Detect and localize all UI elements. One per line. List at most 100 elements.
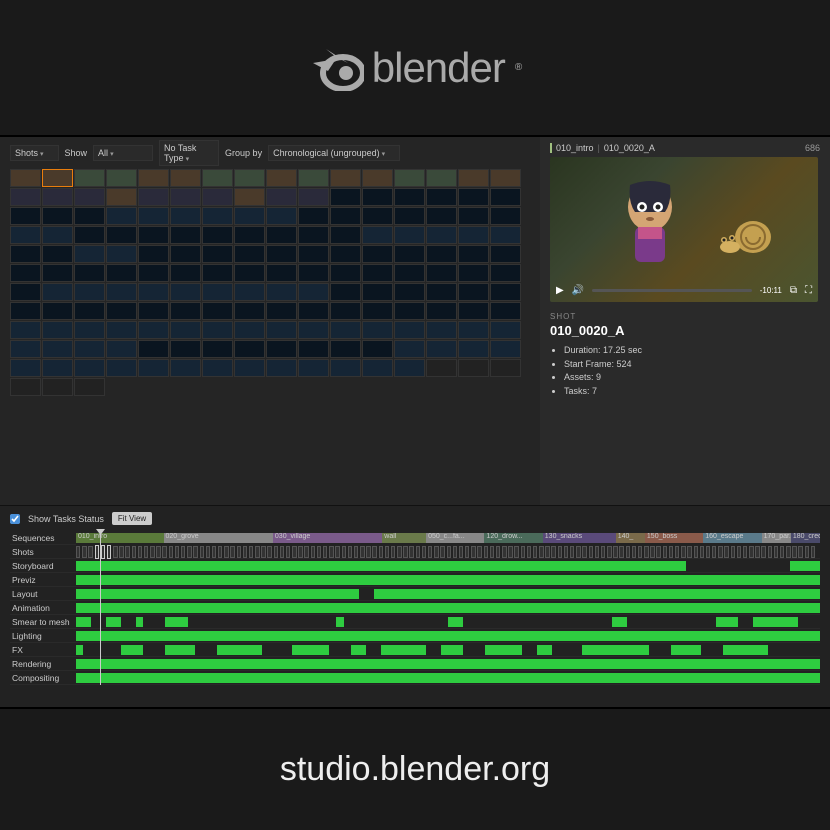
shot-thumbnail[interactable] xyxy=(298,226,329,244)
shot-thumbnail[interactable] xyxy=(426,321,457,339)
shot-thumbnail[interactable] xyxy=(234,226,265,244)
shot-thumbnail[interactable] xyxy=(298,302,329,320)
shot-thumbnail[interactable] xyxy=(74,226,105,244)
shot-thumbnail[interactable] xyxy=(330,340,361,358)
task-track[interactable] xyxy=(76,671,820,685)
shot-thumbnail[interactable] xyxy=(74,378,105,396)
shot-thumbnail[interactable] xyxy=(426,245,457,263)
shot-thumbnail[interactable] xyxy=(74,302,105,320)
shot-thumbnail[interactable] xyxy=(490,321,521,339)
shot-thumbnail[interactable] xyxy=(42,321,73,339)
shot-thumbnail[interactable] xyxy=(330,207,361,225)
shot-thumbnail[interactable] xyxy=(202,359,233,377)
shot-thumbnail[interactable] xyxy=(458,188,489,206)
shot-thumbnail[interactable] xyxy=(202,264,233,282)
shot-thumbnail[interactable] xyxy=(138,321,169,339)
shot-thumbnail[interactable] xyxy=(426,359,457,377)
shot-thumbnail[interactable] xyxy=(202,321,233,339)
shot-thumbnail[interactable] xyxy=(394,264,425,282)
sequence-segment[interactable]: 010_intro xyxy=(76,533,164,543)
shot-thumbnail[interactable] xyxy=(298,245,329,263)
shot-thumbnail[interactable] xyxy=(298,207,329,225)
shot-thumbnail[interactable] xyxy=(202,207,233,225)
task-type-dropdown[interactable]: No Task Type▾ xyxy=(159,140,219,166)
shot-thumbnail[interactable] xyxy=(266,207,297,225)
shot-thumbnail[interactable] xyxy=(426,302,457,320)
shot-thumbnail[interactable] xyxy=(106,226,137,244)
shot-thumbnail[interactable] xyxy=(394,283,425,301)
shot-thumbnail[interactable] xyxy=(490,302,521,320)
shot-thumbnail[interactable] xyxy=(362,245,393,263)
shot-thumbnail[interactable] xyxy=(138,283,169,301)
shot-thumbnail[interactable] xyxy=(234,302,265,320)
shot-thumbnail[interactable] xyxy=(490,245,521,263)
shot-thumbnail[interactable] xyxy=(138,264,169,282)
shot-thumbnail[interactable] xyxy=(234,169,265,187)
video-player[interactable]: ▶ 🔊 -10:11 ⧉ ⛶ xyxy=(550,157,818,302)
sequence-segment[interactable]: 020_grove xyxy=(164,533,273,543)
shot-thumbnail[interactable] xyxy=(298,283,329,301)
shot-thumbnail[interactable] xyxy=(362,226,393,244)
shot-thumbnail[interactable] xyxy=(202,226,233,244)
shot-thumbnail[interactable] xyxy=(234,207,265,225)
shot-thumbnail[interactable] xyxy=(10,302,41,320)
breadcrumb-seq[interactable]: 010_intro xyxy=(556,143,594,153)
shot-thumbnail[interactable] xyxy=(170,302,201,320)
shot-thumbnail[interactable] xyxy=(202,169,233,187)
playhead[interactable] xyxy=(100,531,101,685)
shot-thumbnail[interactable] xyxy=(42,340,73,358)
shot-thumbnail[interactable] xyxy=(234,188,265,206)
shot-thumbnail[interactable] xyxy=(330,226,361,244)
sequence-segment[interactable]: 140_ xyxy=(616,533,645,543)
shot-thumbnail[interactable] xyxy=(362,169,393,187)
shot-thumbnail[interactable] xyxy=(266,302,297,320)
task-track[interactable] xyxy=(76,587,820,601)
shot-thumbnail[interactable] xyxy=(490,169,521,187)
show-tasks-checkbox[interactable] xyxy=(10,514,20,524)
shot-thumbnail[interactable] xyxy=(10,169,41,187)
task-track[interactable] xyxy=(76,643,820,657)
shot-thumbnail[interactable] xyxy=(266,169,297,187)
shot-thumbnail[interactable] xyxy=(138,188,169,206)
shot-thumbnail[interactable] xyxy=(362,283,393,301)
shot-thumbnail[interactable] xyxy=(234,340,265,358)
shot-thumbnail[interactable] xyxy=(74,245,105,263)
shot-thumbnail[interactable] xyxy=(202,302,233,320)
shot-thumbnail[interactable] xyxy=(170,340,201,358)
shot-thumbnail[interactable] xyxy=(74,283,105,301)
shot-thumbnail[interactable] xyxy=(138,169,169,187)
shot-thumbnail[interactable] xyxy=(74,169,105,187)
shot-thumbnail[interactable] xyxy=(298,340,329,358)
shot-thumbnail[interactable] xyxy=(394,321,425,339)
shot-thumbnail[interactable] xyxy=(330,302,361,320)
shot-thumbnail[interactable] xyxy=(74,188,105,206)
shot-thumbnail[interactable] xyxy=(106,245,137,263)
task-track[interactable] xyxy=(76,559,820,573)
shot-thumbnail[interactable] xyxy=(74,321,105,339)
shots-dropdown[interactable]: Shots▾ xyxy=(10,145,59,161)
shot-thumbnail[interactable] xyxy=(170,264,201,282)
sequence-segment[interactable]: 180_credits xyxy=(791,533,820,543)
shot-thumbnail[interactable] xyxy=(74,359,105,377)
shot-thumbnail[interactable] xyxy=(362,340,393,358)
shot-thumbnail[interactable] xyxy=(42,264,73,282)
shot-thumbnail[interactable] xyxy=(362,302,393,320)
shot-thumbnail[interactable] xyxy=(10,264,41,282)
shot-thumbnail[interactable] xyxy=(298,321,329,339)
shot-thumbnail[interactable] xyxy=(330,321,361,339)
shot-thumbnail[interactable] xyxy=(10,283,41,301)
task-track[interactable] xyxy=(76,601,820,615)
shot-thumbnail[interactable] xyxy=(490,226,521,244)
shot-thumbnail[interactable] xyxy=(138,340,169,358)
shot-thumbnail[interactable] xyxy=(10,378,41,396)
sequence-segment[interactable]: 150_boss xyxy=(645,533,703,543)
shot-thumbnail[interactable] xyxy=(234,359,265,377)
shot-thumbnail[interactable] xyxy=(298,188,329,206)
task-track[interactable] xyxy=(76,615,820,629)
shot-thumbnail[interactable] xyxy=(266,226,297,244)
shot-thumbnail[interactable] xyxy=(266,340,297,358)
shot-thumbnail[interactable] xyxy=(74,264,105,282)
seek-bar[interactable] xyxy=(592,289,752,292)
shot-thumbnail[interactable] xyxy=(490,283,521,301)
shot-thumbnail[interactable] xyxy=(426,169,457,187)
